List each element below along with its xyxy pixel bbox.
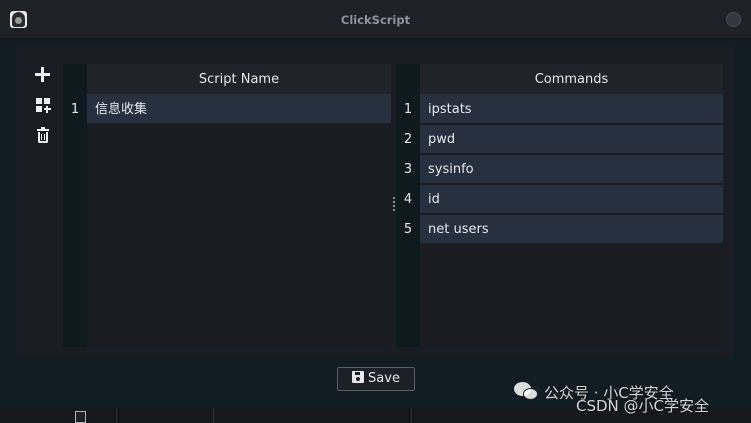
window-close-button[interactable]: [726, 12, 741, 27]
watermark-line2: CSDN @小C学安全: [576, 397, 710, 415]
clickscript-window: ClickScript Script Name 1 信息收集 Commands …: [0, 0, 751, 408]
commands-table: Commands 1 ipstats 2 pwd 3 sysinfo 4 id …: [396, 64, 723, 347]
table-row[interactable]: 1 ipstats: [396, 95, 723, 124]
save-button-label: Save: [368, 371, 400, 386]
save-button[interactable]: Save: [337, 367, 415, 391]
title-bar: ClickScript: [0, 0, 751, 39]
command-cell[interactable]: pwd: [420, 125, 723, 154]
command-cell[interactable]: sysinfo: [420, 155, 723, 184]
script-name-table: Script Name 1 信息收集: [63, 64, 391, 347]
wechat-icon: [514, 382, 540, 402]
table-row[interactable]: 4 id: [396, 185, 723, 214]
command-cell[interactable]: ipstats: [420, 95, 723, 124]
add-script-icon[interactable]: [35, 67, 50, 82]
command-cell[interactable]: id: [420, 185, 723, 214]
row-number: 2: [403, 132, 413, 147]
taskbar-app-icon[interactable]: [75, 411, 86, 423]
add-group-icon[interactable]: [36, 98, 51, 113]
commands-header[interactable]: Commands: [420, 64, 723, 95]
row-number: 5: [403, 222, 413, 237]
main-panel: Script Name 1 信息收集 Commands 1 ipstats 2 …: [16, 47, 733, 359]
row-number: 3: [403, 162, 413, 177]
row-number: 1: [403, 102, 413, 117]
floppy-disk-icon: [352, 371, 365, 383]
window-title: ClickScript: [340, 13, 411, 27]
panel-splitter-handle[interactable]: [393, 197, 395, 215]
table-row[interactable]: 1 信息收集: [63, 95, 391, 124]
script-name-cell[interactable]: 信息收集: [87, 95, 391, 124]
table-row[interactable]: 5 net users: [396, 215, 723, 244]
table-row[interactable]: 3 sysinfo: [396, 155, 723, 184]
row-number: 4: [403, 192, 413, 207]
script-name-header[interactable]: Script Name: [87, 64, 391, 95]
table-row[interactable]: 2 pwd: [396, 125, 723, 154]
command-cell[interactable]: net users: [420, 215, 723, 244]
delete-icon[interactable]: [37, 127, 49, 143]
row-number: 1: [70, 102, 80, 117]
